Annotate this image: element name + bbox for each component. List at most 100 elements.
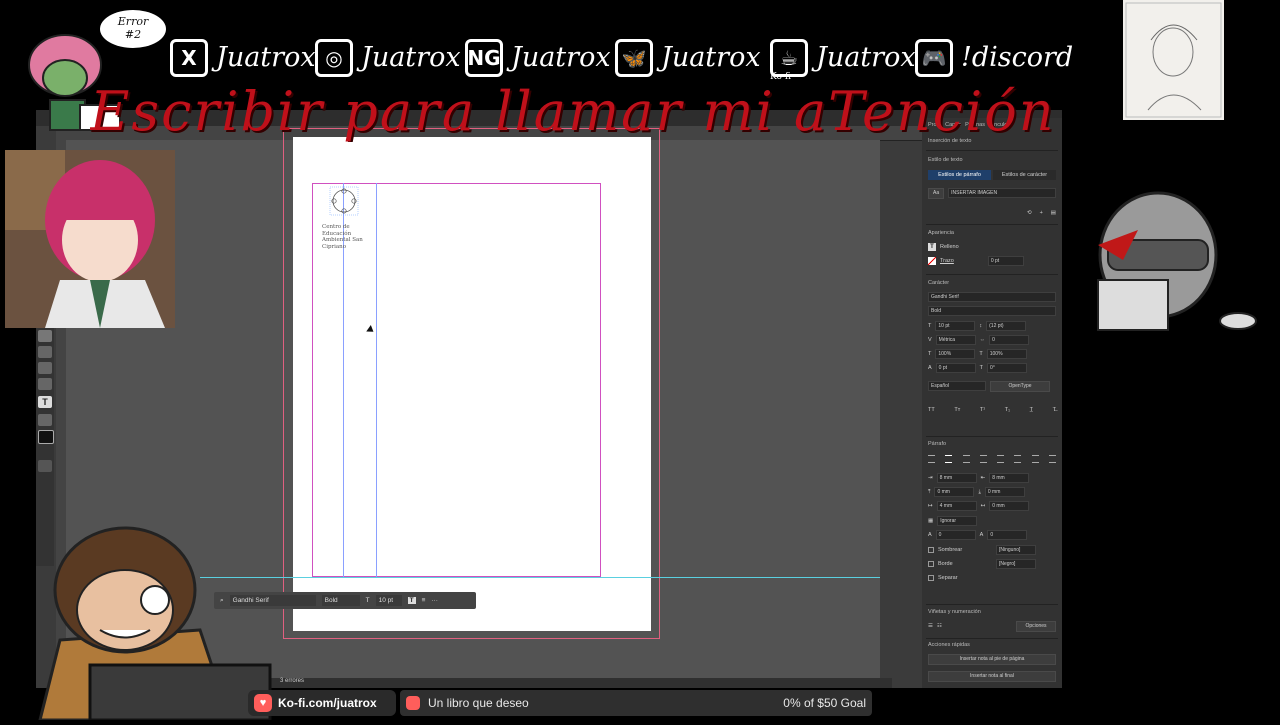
skew-field[interactable]: 0° — [987, 363, 1028, 373]
insert-footnote-button[interactable]: Insertar nota al pie de página — [928, 653, 1056, 665]
stroke-swatch-icon[interactable] — [928, 257, 936, 265]
text-frame[interactable]: Centro de Educación Ambiental San Cipria… — [322, 224, 367, 250]
font-style-dropdown[interactable]: Bold — [321, 595, 360, 606]
newgrounds-icon: NG — [465, 38, 503, 77]
drop-cap-chars-field[interactable]: 0 — [987, 530, 1028, 540]
column-guide — [376, 183, 377, 577]
space-before-field[interactable]: 0 mm — [934, 487, 975, 497]
rectangle-tool-icon[interactable] — [38, 414, 52, 426]
space-after-field[interactable]: 0 mm — [984, 487, 1025, 497]
horizontal-scale-field[interactable]: 100% — [986, 349, 1027, 359]
bullets-icon[interactable]: ☰ — [928, 623, 933, 629]
justify-right-icon[interactable] — [1014, 455, 1022, 463]
align-center-icon[interactable] — [945, 455, 953, 463]
kofi-heart-icon: ♥ — [254, 694, 272, 712]
selection-tool-icon[interactable] — [38, 330, 52, 342]
paragraph-style-dropdown[interactable]: INSERTAR IMAGEN — [948, 188, 1056, 198]
font-size-icon: T — [928, 323, 932, 329]
instagram-icon: ◎ — [315, 38, 353, 77]
ruler-guide[interactable] — [200, 577, 880, 578]
social-link-6: 🎮 !discord — [915, 30, 1073, 85]
type-tool-icon[interactable]: T — [38, 396, 52, 408]
view-mode-icon[interactable] — [38, 460, 52, 472]
shading-swatch-dropdown[interactable]: [Ninguno] — [996, 545, 1036, 555]
opentype-button[interactable]: OpenType — [990, 380, 1050, 392]
subscript-icon[interactable]: T₁ — [1005, 407, 1010, 413]
align-icon[interactable]: ≡ — [422, 597, 426, 604]
social-handle: Juatrox — [661, 42, 761, 73]
preflight-status[interactable]: 3 errores — [280, 678, 340, 688]
error-speech-bubble: Error #2 — [100, 10, 166, 48]
options-button[interactable]: Opciones — [1016, 620, 1056, 632]
grid-align-dropdown[interactable]: Ignorar — [937, 516, 978, 526]
fill-label: Relleno — [940, 244, 959, 250]
justify-all-icon[interactable] — [1031, 455, 1039, 463]
kerning-field[interactable]: Métrica — [935, 335, 976, 345]
social-handle: Juatrox — [816, 42, 916, 73]
superscript-icon[interactable]: T¹ — [980, 407, 985, 413]
drop-cap-lines-field[interactable]: 0 — [935, 530, 976, 540]
social-sublabel: Ko-fi — [770, 72, 791, 82]
social-handle: Juatrox — [216, 42, 316, 73]
bullets-heading: Viñetas y numeración — [928, 609, 981, 615]
kofi-link-badge[interactable]: ♥ Ko-fi.com/juatrox — [248, 690, 396, 716]
clear-overrides-icon[interactable]: ⟲ — [1027, 210, 1032, 216]
font-size-field[interactable]: 10 pt — [935, 321, 976, 331]
first-line-indent-field[interactable]: 4 mm — [936, 501, 977, 511]
fill-stroke-icon[interactable] — [38, 430, 54, 444]
tracking-icon: ⇔ — [979, 337, 986, 343]
insert-endnote-button[interactable]: Insertar nota al final — [928, 670, 1056, 682]
kofi-cup-icon — [406, 696, 420, 710]
text-style-button[interactable]: T — [407, 597, 416, 604]
strikethrough-icon[interactable]: T̶ — [1053, 407, 1056, 413]
leading-field[interactable]: (12 pt) — [986, 321, 1027, 331]
left-indent-field[interactable]: 8 mm — [936, 473, 977, 483]
align-spine-icon[interactable] — [1048, 455, 1056, 463]
kofi-url: Ko-fi.com/juatrox — [278, 696, 377, 710]
last-line-indent-field[interactable]: 0 mm — [989, 501, 1030, 511]
right-indent-field[interactable]: 8 mm — [989, 473, 1030, 483]
paragraph-heading: Párrafo — [928, 441, 947, 447]
skew-icon: T — [979, 365, 984, 371]
language-dropdown[interactable]: Español — [928, 381, 986, 391]
panel-menu-icon[interactable]: ▤ — [1051, 210, 1056, 216]
stroke-weight-field[interactable]: 0 pt — [987, 256, 1024, 266]
justify-left-icon[interactable] — [979, 455, 987, 463]
font-size-field[interactable]: 10 pt — [375, 595, 402, 606]
chat-banner: Escribir para llamar mi aTención — [90, 82, 1056, 142]
paragraph-styles-tab[interactable]: Estilos de párrafo — [928, 170, 991, 180]
goal-amount: 0% of $50 Goal — [783, 696, 866, 710]
more-options-icon[interactable]: ··· — [431, 597, 438, 604]
separator-checkbox[interactable] — [928, 575, 934, 581]
shading-checkbox[interactable] — [928, 547, 934, 553]
new-style-icon[interactable]: + — [1040, 210, 1043, 216]
hand-tool-icon[interactable] — [38, 362, 52, 374]
social-link-5: ☕ Juatrox Ko-fi — [770, 30, 916, 85]
underline-icon[interactable]: T̲ — [1030, 407, 1033, 413]
pen-tool-icon[interactable] — [38, 346, 52, 358]
font-style-field[interactable]: Bold — [928, 306, 1056, 316]
kerning-icon: V — [928, 337, 932, 343]
character-styles-tab[interactable]: Estilos de carácter — [993, 170, 1056, 180]
align-left-icon[interactable] — [928, 455, 935, 463]
justify-center-icon[interactable] — [997, 455, 1005, 463]
font-family-field[interactable]: Gandhi Serif — [928, 292, 1056, 302]
tracking-field[interactable]: 0 — [989, 335, 1030, 345]
social-link-3: NG Juatrox — [465, 30, 611, 85]
text-style-heading: Estilo de texto — [928, 157, 963, 163]
logo-placeholder-icon[interactable] — [329, 186, 359, 216]
last-line-indent-icon: ↤ — [980, 503, 986, 509]
right-indent-icon: ⇤ — [980, 475, 986, 481]
properties-panel: Pro... Capas Páginas Vínculos Inserción … — [922, 118, 1062, 688]
baseline-field[interactable]: 0 pt — [935, 363, 976, 373]
fill-swatch-icon[interactable]: T — [928, 243, 936, 251]
border-checkbox[interactable] — [928, 561, 934, 567]
all-caps-icon[interactable]: TT — [928, 407, 935, 413]
numbering-icon[interactable]: ☷ — [937, 623, 942, 629]
align-right-icon[interactable] — [962, 455, 970, 463]
border-swatch-dropdown[interactable]: [Negro] — [996, 559, 1036, 569]
small-caps-icon[interactable]: Tт — [954, 407, 960, 413]
vertical-scale-field[interactable]: 100% — [935, 349, 976, 359]
space-after-icon: ⤓ — [978, 488, 981, 495]
zoom-tool-icon[interactable] — [38, 378, 52, 390]
